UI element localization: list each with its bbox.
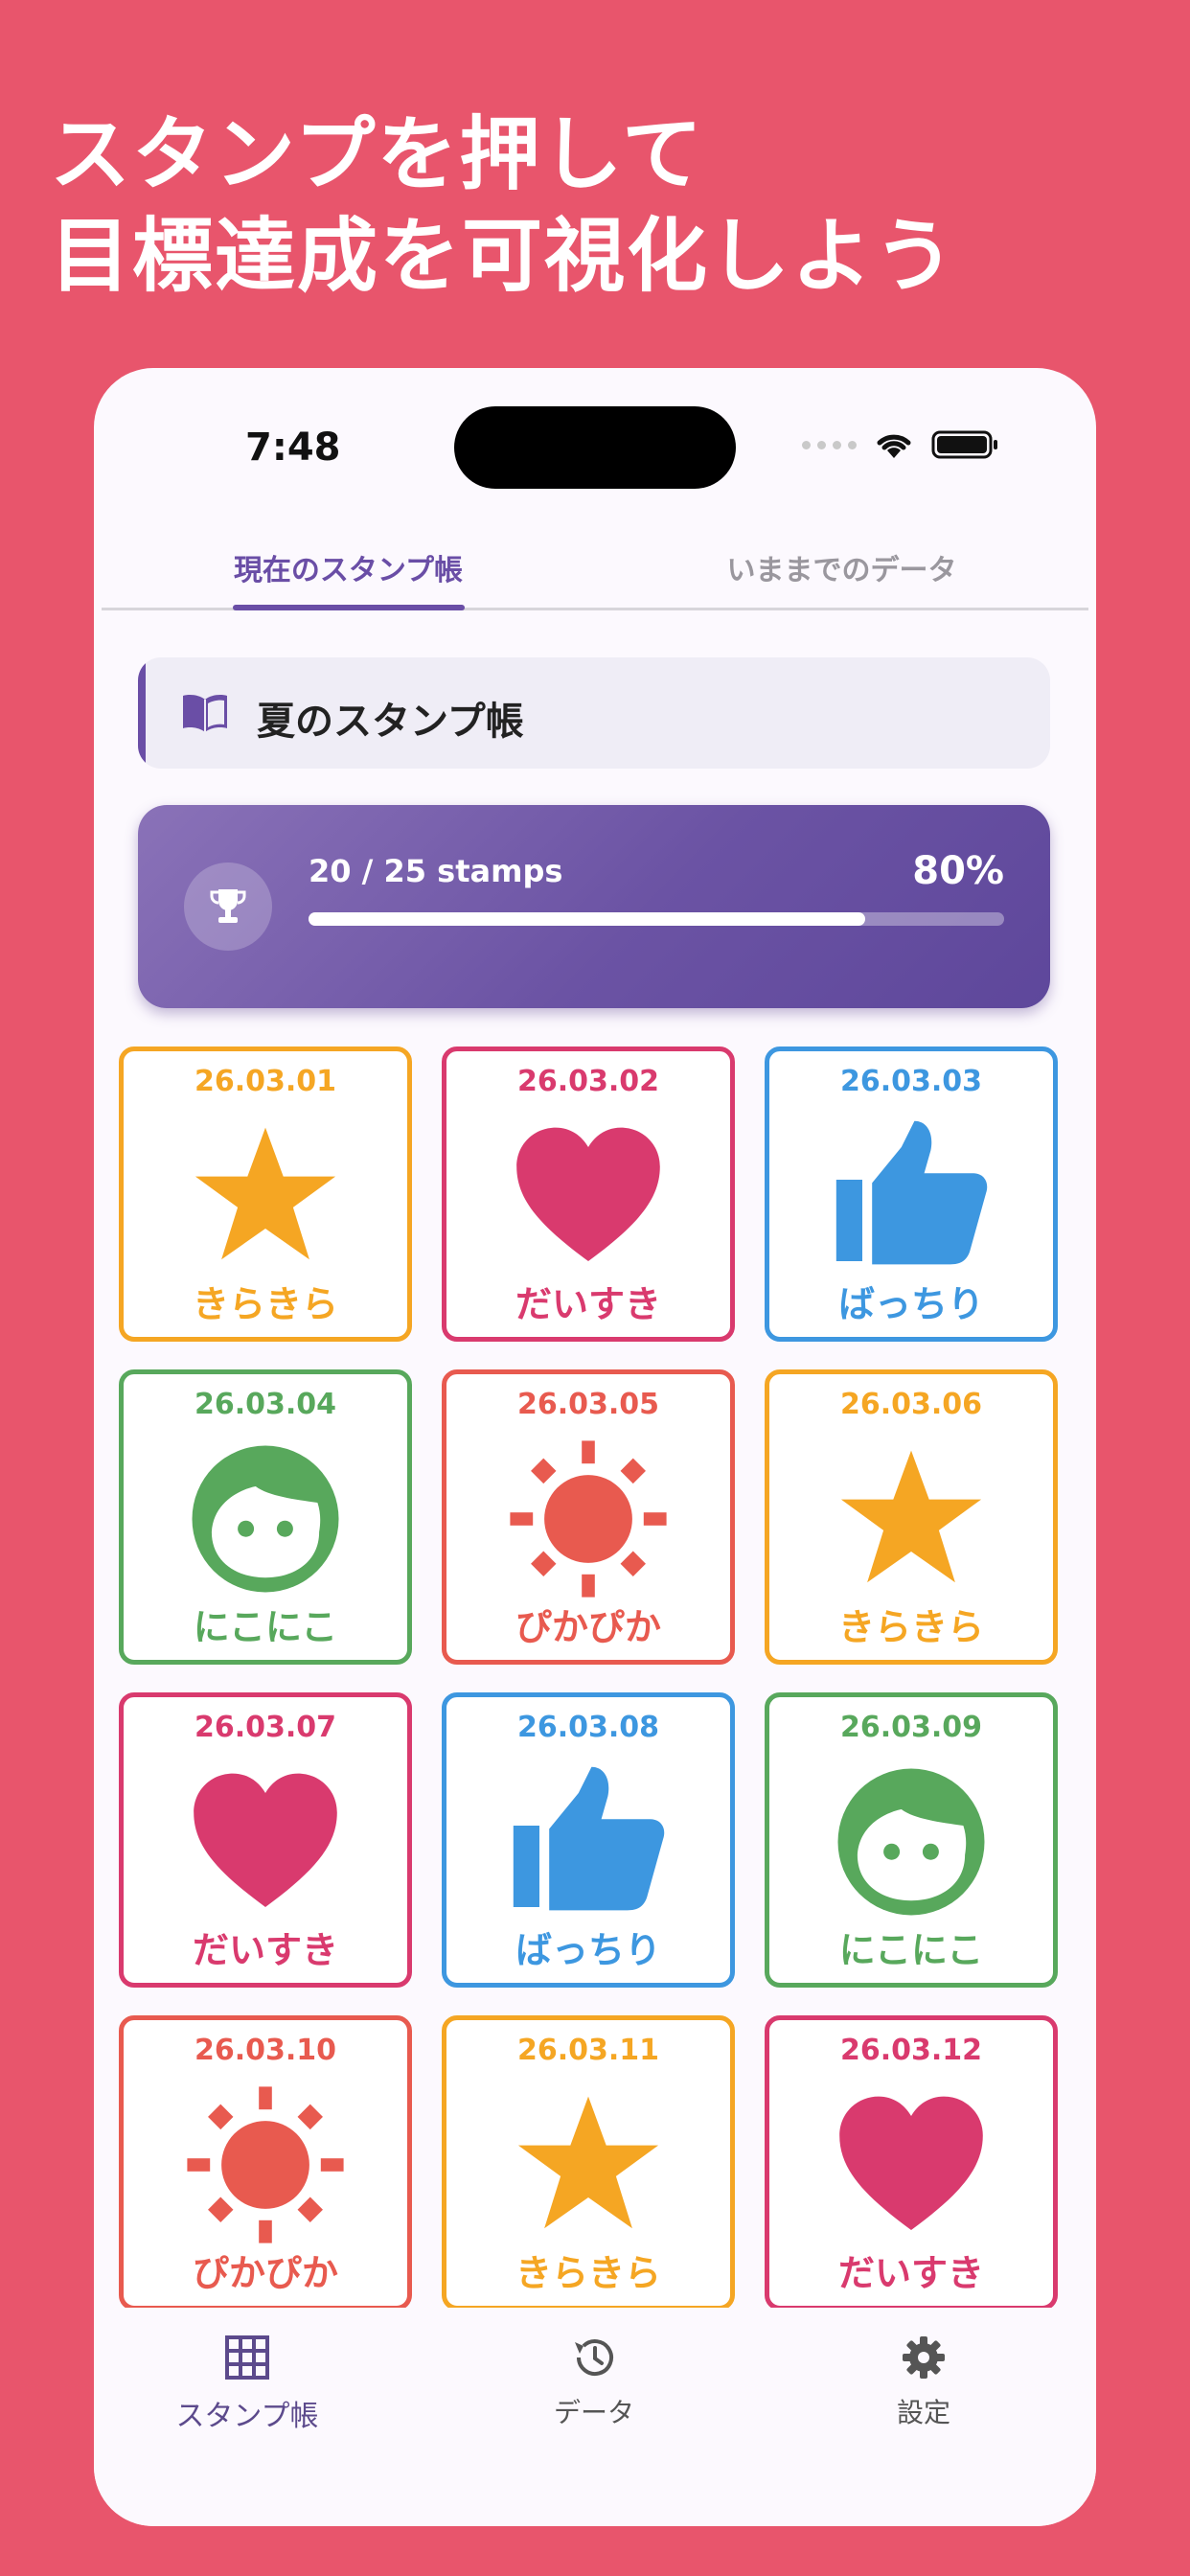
stamp-date: 26.03.12 [839,2034,983,2067]
tab-current-stampbook[interactable]: 現在のスタンプ帳 [102,527,595,610]
stamp-date: 26.03.03 [839,1065,983,1098]
progress-bar-fill [309,912,865,926]
stamp-date: 26.03.01 [194,1065,337,1098]
stamp-date: 26.03.05 [516,1388,660,1421]
stamp-label: きらきら [515,2252,661,2294]
nav-stampbook[interactable]: スタンプ帳 [132,2334,362,2434]
dynamic-island [454,406,736,489]
stamp-label: にこにこ [193,1606,338,1648]
wifi-icon [877,434,911,458]
battery-icon [931,430,997,459]
stamp-card[interactable]: 26.03.03 ばっちり [765,1046,1058,1342]
star-icon [184,1115,347,1277]
stamp-card[interactable]: 26.03.12 だいすき [765,2015,1058,2311]
stamp-label: にこにこ [838,1929,984,1971]
nav-label: データ [553,2397,634,2428]
nav-data[interactable]: データ [479,2334,709,2430]
heart-icon [184,1760,347,1923]
stamp-date: 26.03.02 [516,1065,660,1098]
stamp-label: ぴかぴか [515,1606,661,1648]
nav-settings[interactable]: 設定 [809,2334,1039,2430]
grid-icon [225,2335,269,2380]
stamp-date: 26.03.06 [839,1388,983,1421]
stamp-label: だいすき [192,1929,338,1971]
sun-icon [507,1438,670,1600]
stamp-card[interactable]: 26.03.06 きらきら [765,1369,1058,1665]
stamp-card[interactable]: 26.03.01 きらきら [119,1046,412,1342]
stamp-grid: 26.03.01 きらきら 26.03.02 だいすき 26.03.03 ばっちり 26.0… [119,1046,1071,2312]
heart-icon [830,2083,993,2246]
phone-screen: 7:48 現在のスタンプ帳 いままでのデータ 夏のスタンプ帳 20 / 25 s… [94,368,1096,2526]
stamp-date: 26.03.11 [516,2034,660,2067]
signal-dots-icon [802,440,857,449]
stamp-card[interactable]: 26.03.07 だいすき [119,1692,412,1988]
trophy-badge [184,862,272,951]
progress-percent: 80% [912,849,1004,893]
card-accent-bar [138,657,146,769]
progress-card: 20 / 25 stamps 80% [138,805,1050,1008]
tab-label: 現在のスタンプ帳 [233,554,464,587]
stamp-label: だいすき [515,1283,661,1325]
nav-label: スタンプ帳 [175,2400,319,2433]
smile-face-icon [184,1438,347,1600]
stampbook-title-card[interactable]: 夏のスタンプ帳 [138,657,1050,769]
progress-bar [309,912,1004,926]
sun-icon [184,2083,347,2246]
star-icon [507,2083,670,2246]
headline-line-1: スタンプを押して [50,107,704,201]
stamp-card[interactable]: 26.03.05 ぴかぴか [442,1369,735,1665]
stamp-label: ぴかぴか [192,2252,338,2294]
tab-label: いままでのデータ [726,554,957,587]
stamp-date: 26.03.10 [194,2034,337,2067]
smile-face-icon [830,1760,993,1923]
tab-bar: 現在のスタンプ帳 いままでのデータ [102,527,1088,610]
progress-count: 20 / 25 stamps [309,853,563,889]
history-icon [575,2339,613,2377]
trophy-icon [210,889,246,923]
stamp-card[interactable]: 26.03.08 ばっちり [442,1692,735,1988]
stamp-date: 26.03.08 [516,1711,660,1744]
stampbook-title: 夏のスタンプ帳 [257,700,524,744]
gear-icon [903,2336,945,2379]
nav-label: 設定 [896,2397,950,2428]
star-icon [830,1438,993,1600]
stamp-card[interactable]: 26.03.11 きらきら [442,2015,735,2311]
thumbs-up-icon [830,1115,993,1277]
stamp-label: ばっちり [837,1283,984,1325]
stamp-date: 26.03.07 [194,1711,337,1744]
open-book-icon [183,695,227,732]
stamp-card[interactable]: 26.03.02 だいすき [442,1046,735,1342]
stamp-date: 26.03.04 [194,1388,337,1421]
stamp-label: だいすき [837,2252,984,2294]
bottom-nav: スタンプ帳 データ 設定 [94,2308,1096,2526]
stamp-label: きらきら [837,1606,984,1648]
stamp-card[interactable]: 26.03.09 にこにこ [765,1692,1058,1988]
status-icons [802,429,1000,460]
tab-past-data[interactable]: いままでのデータ [595,527,1088,608]
status-time: 7:48 [245,426,341,470]
stamp-card[interactable]: 26.03.10 ぴかぴか [119,2015,412,2311]
stamp-label: きらきら [192,1283,338,1325]
tab-active-indicator [232,605,465,610]
headline-line-2: 目標達成を可視化しよう [50,209,957,303]
stamp-card[interactable]: 26.03.04 にこにこ [119,1369,412,1665]
thumbs-up-icon [507,1760,670,1923]
promo-headline: スタンプを押して 目標達成を可視化しよう [50,104,956,307]
stamp-label: ばっちり [515,1929,661,1971]
stamp-date: 26.03.09 [839,1711,983,1744]
heart-icon [507,1115,670,1277]
